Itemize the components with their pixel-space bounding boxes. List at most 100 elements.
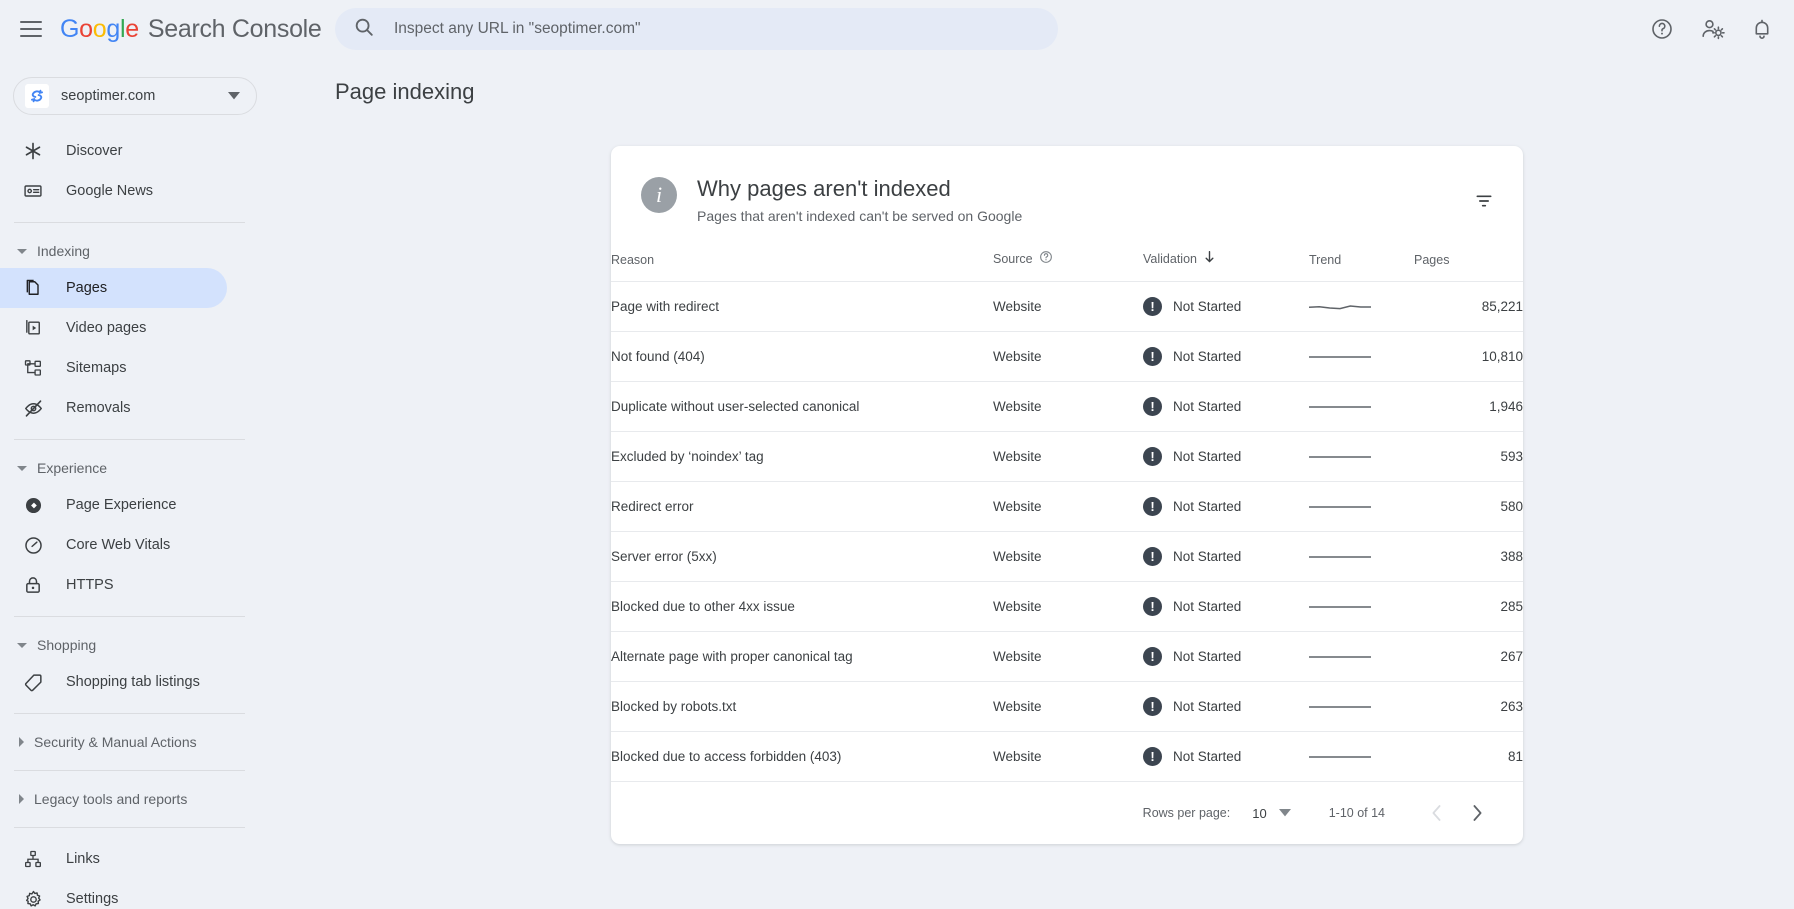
property-selector[interactable]: seoptimer.com: [13, 77, 257, 115]
cell-reason: Blocked by robots.txt: [611, 682, 993, 732]
sidebar-item-label: Removals: [66, 400, 130, 416]
caret-down-icon[interactable]: [228, 87, 240, 105]
trend-sparkline: [1309, 349, 1371, 365]
brand-logo: Google Search Console: [60, 15, 322, 44]
table-row[interactable]: Blocked due to access forbidden (403)Web…: [611, 732, 1523, 782]
sidebar-group-shopping[interactable]: Shopping: [0, 628, 269, 662]
validation-status-text: Not Started: [1173, 549, 1241, 564]
sidebar-item-https[interactable]: HTTPS: [0, 565, 227, 605]
cell-pages: 1,946: [1414, 382, 1523, 432]
cell-pages: 285: [1414, 582, 1523, 632]
sidebar-group-experience[interactable]: Experience: [0, 451, 269, 485]
cell-source: Website: [993, 332, 1143, 382]
table-row[interactable]: Blocked due to other 4xx issueWebsite!No…: [611, 582, 1523, 632]
table-row[interactable]: Duplicate without user-selected canonica…: [611, 382, 1523, 432]
divider: [14, 616, 245, 617]
cell-validation: ! Not Started: [1143, 282, 1309, 332]
help-circle-icon[interactable]: [1039, 250, 1053, 267]
trend-sparkline: [1309, 499, 1371, 515]
help-circle-icon[interactable]: [1650, 17, 1674, 41]
cell-reason: Blocked due to access forbidden (403): [611, 732, 993, 782]
cell-pages: 85,221: [1414, 282, 1523, 332]
cell-trend: [1309, 582, 1414, 632]
validation-status-text: Not Started: [1173, 499, 1241, 514]
sidebar-item-sitemaps[interactable]: Sitemaps: [0, 348, 227, 388]
links-hierarchy-icon: [22, 848, 44, 870]
cell-source: Website: [993, 632, 1143, 682]
trend-sparkline: [1309, 649, 1371, 665]
column-header-trend[interactable]: Trend: [1309, 250, 1414, 282]
divider: [14, 713, 245, 714]
sidebar-item-page-experience[interactable]: Page Experience: [0, 485, 227, 525]
sidebar-item-discover[interactable]: Discover: [0, 131, 227, 171]
alert-exclamation-icon: !: [1143, 597, 1162, 616]
column-label: Source: [993, 252, 1033, 266]
sidebar-group-label: Experience: [37, 460, 107, 476]
sidebar-item-label: Settings: [66, 891, 118, 907]
cell-trend: [1309, 532, 1414, 582]
sidebar-item-label: Page Experience: [66, 497, 176, 513]
person-gear-icon[interactable]: [1700, 17, 1724, 41]
bell-icon[interactable]: [1750, 17, 1774, 41]
divider: [14, 439, 245, 440]
caret-down-icon: [17, 643, 27, 648]
sidebar-item-links[interactable]: Links: [0, 839, 227, 879]
column-header-source[interactable]: Source: [993, 250, 1143, 282]
cell-source: Website: [993, 682, 1143, 732]
validation-status-text: Not Started: [1173, 299, 1241, 314]
cell-source: Website: [993, 732, 1143, 782]
filter-funnel-icon[interactable]: [1467, 184, 1501, 218]
cell-source: Website: [993, 582, 1143, 632]
validation-status-text: Not Started: [1173, 449, 1241, 464]
caret-right-icon: [19, 794, 24, 804]
sidebar-group-legacy-tools[interactable]: Legacy tools and reports: [0, 782, 269, 816]
pages-copy-icon: [22, 277, 44, 299]
video-page-icon: [22, 317, 44, 339]
table-row[interactable]: Page with redirectWebsite!Not Started85,…: [611, 282, 1523, 332]
sidebar-group-indexing[interactable]: Indexing: [0, 234, 269, 268]
table-row[interactable]: Server error (5xx)Website!Not Started388: [611, 532, 1523, 582]
sidebar-item-settings[interactable]: Settings: [0, 879, 227, 909]
table-row[interactable]: Redirect errorWebsite!Not Started580: [611, 482, 1523, 532]
cell-validation: !Not Started: [1143, 582, 1309, 632]
table-row[interactable]: Excluded by ‘noindex’ tagWebsite!Not Sta…: [611, 432, 1523, 482]
validation-status-text: Not Started: [1173, 699, 1241, 714]
column-label: Trend: [1309, 253, 1341, 267]
sidebar-item-core-web-vitals[interactable]: Core Web Vitals: [0, 525, 227, 565]
validation-status-text: Not Started: [1173, 399, 1241, 414]
column-header-reason[interactable]: Reason: [611, 250, 993, 282]
cell-trend: [1309, 482, 1414, 532]
cell-reason: Redirect error: [611, 482, 993, 532]
caret-down-icon: [17, 466, 27, 471]
alert-exclamation-icon: !: [1143, 297, 1162, 316]
alert-exclamation-icon: !: [1143, 747, 1162, 766]
sidebar-item-shopping-tab-listings[interactable]: Shopping tab listings: [0, 662, 227, 702]
sidebar-item-pages[interactable]: Pages: [0, 268, 227, 308]
cell-validation: !Not Started: [1143, 332, 1309, 382]
sidebar-group-label: Indexing: [37, 243, 90, 259]
cell-trend: [1309, 682, 1414, 732]
table-row[interactable]: Alternate page with proper canonical tag…: [611, 632, 1523, 682]
main-content: Page indexing i Why pages aren't indexed…: [269, 58, 1794, 909]
sidebar-item-removals[interactable]: Removals: [0, 388, 227, 428]
asterisk-icon: [22, 140, 44, 162]
column-header-validation[interactable]: Validation: [1143, 250, 1309, 282]
rows-per-page-dropdown-icon[interactable]: [1279, 806, 1291, 820]
table-row[interactable]: Blocked by robots.txtWebsite!Not Started…: [611, 682, 1523, 732]
search-input[interactable]: [392, 19, 1012, 39]
table-row[interactable]: Not found (404)Website!Not Started10,810: [611, 332, 1523, 382]
sidebar-group-security-manual-actions[interactable]: Security & Manual Actions: [0, 725, 269, 759]
column-header-pages[interactable]: Pages: [1414, 250, 1523, 282]
url-inspection-search[interactable]: [335, 8, 1058, 50]
trend-sparkline: [1309, 449, 1371, 465]
sidebar-item-label: Google News: [66, 183, 153, 199]
next-page-button[interactable]: [1459, 795, 1495, 831]
sidebar-group-label: Legacy tools and reports: [34, 791, 187, 807]
hamburger-menu-icon[interactable]: [20, 21, 42, 37]
previous-page-button[interactable]: [1419, 795, 1455, 831]
rows-per-page-value[interactable]: 10: [1252, 806, 1266, 821]
trend-sparkline: [1309, 399, 1371, 415]
sidebar-item-google-news[interactable]: Google News: [0, 171, 227, 211]
sidebar-item-video-pages[interactable]: Video pages: [0, 308, 227, 348]
column-label: Reason: [611, 253, 654, 267]
